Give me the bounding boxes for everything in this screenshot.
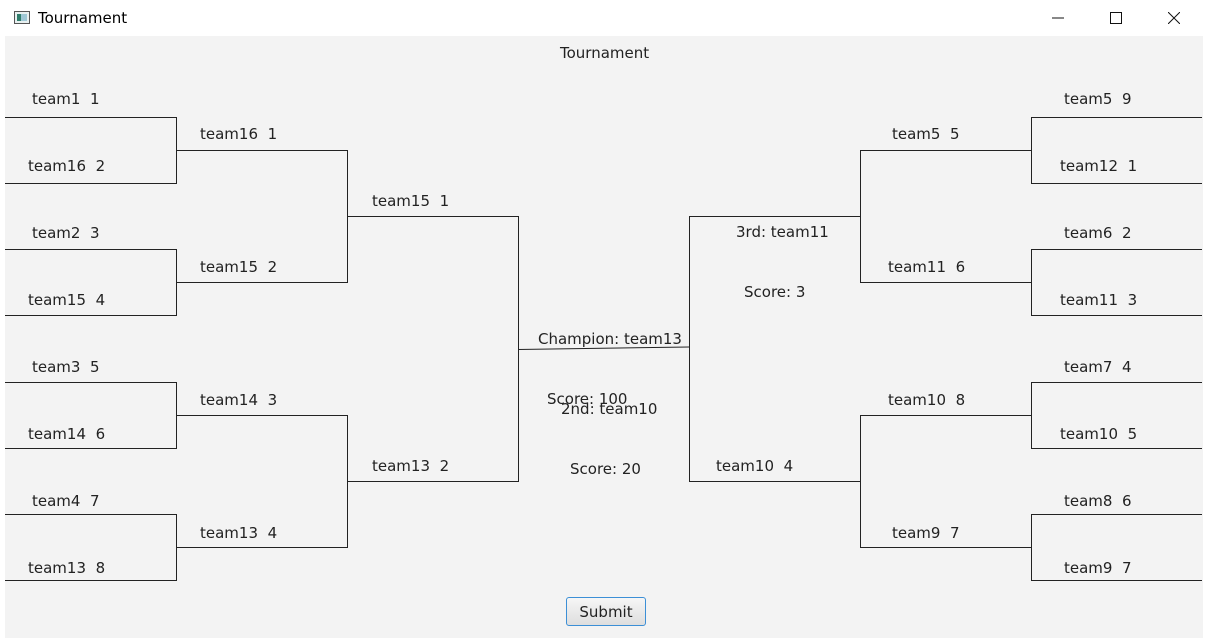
left-r1-slot-2: team16 2 bbox=[28, 157, 105, 175]
team-score: 4 bbox=[95, 291, 106, 309]
team-name: team12 bbox=[1060, 157, 1119, 175]
team-score: 2 bbox=[1122, 224, 1132, 242]
left-r1-slot-3: team2 3 bbox=[32, 224, 100, 242]
right-r1-slot-5: team7 4 bbox=[1064, 358, 1132, 376]
team-score: 2 bbox=[439, 457, 450, 475]
team-score: 8 bbox=[955, 391, 966, 409]
team-name: team13 bbox=[200, 524, 259, 542]
team-score: 2 bbox=[267, 258, 278, 276]
team-name: team16 bbox=[200, 125, 259, 143]
right-r1-slot-1: team5 9 bbox=[1064, 90, 1132, 108]
team-name: team7 bbox=[1064, 358, 1113, 376]
third-place-result: 3rd: team11 Score: 3 bbox=[736, 182, 829, 322]
right-r1-slot-3: team6 2 bbox=[1064, 224, 1132, 242]
team-name: team5 bbox=[1064, 90, 1113, 108]
right-r3-slot-1: team10 4 bbox=[716, 457, 793, 475]
left-r1-slot-8: team13 8 bbox=[28, 559, 105, 577]
right-r2-slot-2: team11 6 bbox=[888, 258, 965, 276]
team-name: team15 bbox=[28, 291, 87, 309]
left-r1-slot-4: team15 4 bbox=[28, 291, 105, 309]
team-name: team15 bbox=[372, 192, 431, 210]
team-score: 6 bbox=[1122, 492, 1132, 510]
left-r1-slot-1: team1 1 bbox=[32, 90, 100, 108]
team-score: 2 bbox=[95, 157, 106, 175]
team-name: team10 bbox=[716, 457, 775, 475]
left-r2-slot-2: team15 2 bbox=[200, 258, 277, 276]
team-score: 4 bbox=[783, 457, 794, 475]
second-place-result: 2nd: team10 Score: 20 bbox=[561, 359, 657, 499]
team-score: 4 bbox=[267, 524, 278, 542]
team-score: 5 bbox=[950, 125, 960, 143]
team-name: team8 bbox=[1064, 492, 1113, 510]
team-name: team16 bbox=[28, 157, 87, 175]
right-r2-slot-1: team5 5 bbox=[892, 125, 960, 143]
team-score: 3 bbox=[267, 391, 278, 409]
team-name: team11 bbox=[1060, 291, 1119, 309]
team-score: 1 bbox=[439, 192, 450, 210]
right-r1-slot-4: team11 3 bbox=[1060, 291, 1137, 309]
team-score: 7 bbox=[950, 524, 960, 542]
left-r2-slot-1: team16 1 bbox=[200, 125, 277, 143]
left-r3-slot-1: team15 1 bbox=[372, 192, 449, 210]
team-name: team14 bbox=[200, 391, 259, 409]
right-r1-slot-2: team12 1 bbox=[1060, 157, 1137, 175]
team-score: 3 bbox=[90, 224, 100, 242]
left-r2-slot-4: team13 4 bbox=[200, 524, 277, 542]
team-score: 8 bbox=[95, 559, 106, 577]
team-name: team9 bbox=[892, 524, 941, 542]
right-r2-slot-3: team10 8 bbox=[888, 391, 965, 409]
team-score: 7 bbox=[90, 492, 100, 510]
team-score: 6 bbox=[95, 425, 106, 443]
right-r1-slot-7: team8 6 bbox=[1064, 492, 1132, 510]
team-score: 1 bbox=[267, 125, 278, 143]
champion-label: Champion: team13 bbox=[538, 330, 682, 348]
team-name: team10 bbox=[1060, 425, 1119, 443]
left-r1-slot-5: team3 5 bbox=[32, 358, 100, 376]
team-score: 6 bbox=[955, 258, 966, 276]
left-r1-slot-6: team14 6 bbox=[28, 425, 105, 443]
submit-button[interactable]: Submit bbox=[566, 597, 646, 626]
left-r3-slot-2: team13 2 bbox=[372, 457, 449, 475]
left-r3-match bbox=[348, 216, 519, 482]
team-score: 9 bbox=[1122, 90, 1132, 108]
team-name: team6 bbox=[1064, 224, 1113, 242]
team-name: team14 bbox=[28, 425, 87, 443]
third-place-label: 3rd: team11 bbox=[736, 223, 829, 241]
second-place-score: Score: 20 bbox=[570, 460, 641, 478]
right-r1-slot-8: team9 7 bbox=[1064, 559, 1132, 577]
third-place-score: Score: 3 bbox=[744, 283, 806, 301]
team-name: team1 bbox=[32, 90, 81, 108]
team-name: team11 bbox=[888, 258, 947, 276]
team-score: 3 bbox=[1127, 291, 1138, 309]
team-score: 1 bbox=[90, 90, 100, 108]
team-score: 4 bbox=[1122, 358, 1132, 376]
team-name: team15 bbox=[200, 258, 259, 276]
team-name: team13 bbox=[372, 457, 431, 475]
team-name: team10 bbox=[888, 391, 947, 409]
team-score: 5 bbox=[1127, 425, 1138, 443]
team-score: 7 bbox=[1122, 559, 1132, 577]
left-r2-slot-3: team14 3 bbox=[200, 391, 277, 409]
team-name: team4 bbox=[32, 492, 81, 510]
team-name: team13 bbox=[28, 559, 87, 577]
page-title: Tournament bbox=[560, 44, 650, 62]
second-place-label: 2nd: team10 bbox=[561, 400, 658, 418]
team-score: 5 bbox=[90, 358, 100, 376]
right-r2-slot-4: team9 7 bbox=[892, 524, 960, 542]
team-name: team2 bbox=[32, 224, 81, 242]
team-name: team9 bbox=[1064, 559, 1113, 577]
right-r1-slot-6: team10 5 bbox=[1060, 425, 1137, 443]
team-score: 1 bbox=[1127, 157, 1138, 175]
left-r1-slot-7: team4 7 bbox=[32, 492, 100, 510]
team-name: team5 bbox=[892, 125, 941, 143]
team-name: team3 bbox=[32, 358, 81, 376]
